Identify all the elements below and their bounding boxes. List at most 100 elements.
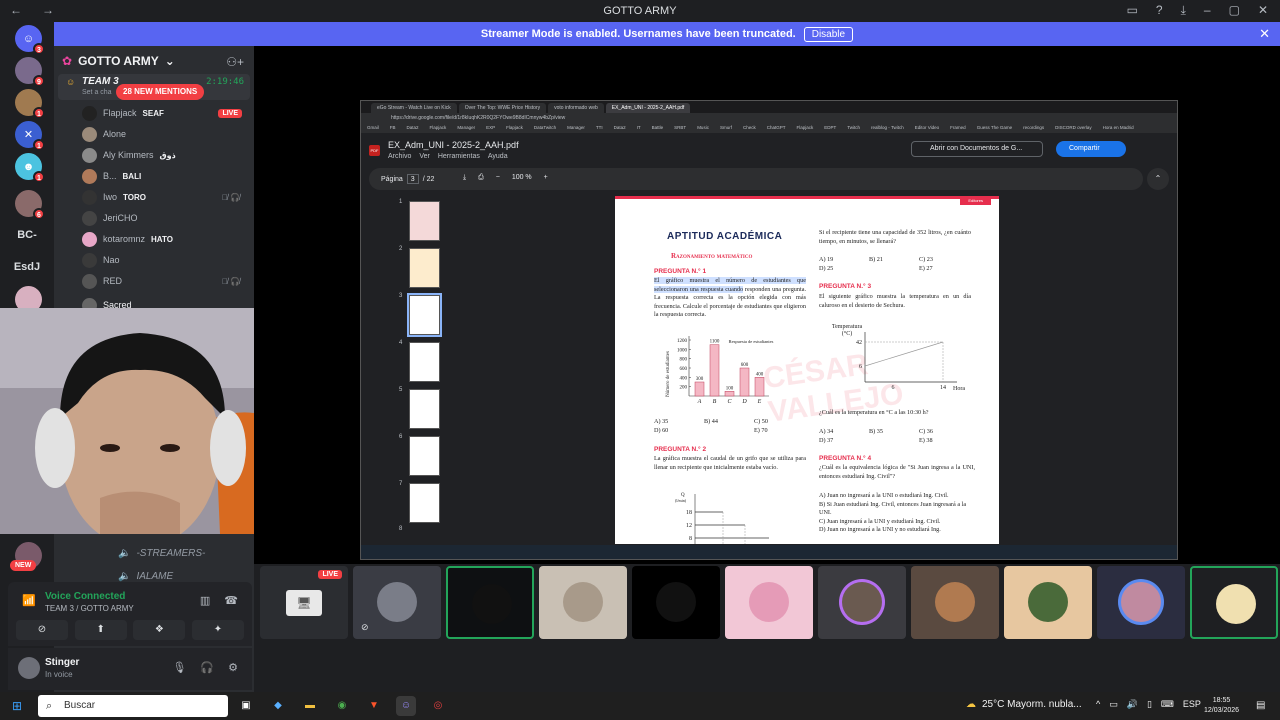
participant-tile-stream[interactable]: 🖥 LIVE (260, 566, 348, 639)
bookmark[interactable]: Manager (567, 123, 585, 133)
bookmark[interactable]: Twitch (847, 123, 860, 133)
participant-tile[interactable]: ⊘ (353, 566, 441, 639)
bookmark[interactable]: Gmail (367, 123, 379, 133)
page-thumbnail[interactable] (409, 436, 440, 476)
bookmark[interactable]: Flapjack (797, 123, 814, 133)
battery-icon[interactable]: ▯ (1147, 699, 1152, 710)
avatar[interactable] (18, 657, 40, 679)
participant-tile[interactable] (911, 566, 999, 639)
chevron-up-icon[interactable]: ⌃ (1147, 168, 1169, 190)
voice-channel-path[interactable]: TEAM 3 / GOTTO ARMY (45, 604, 134, 613)
bookmark[interactable]: Flapjack (506, 123, 523, 133)
bookmark[interactable]: Battle (652, 123, 664, 133)
menu-item[interactable]: Herramientas (438, 153, 480, 160)
print-icon[interactable]: ⎙ (478, 174, 484, 182)
bookmark[interactable]: Flapjack (430, 123, 447, 133)
share-button[interactable]: Compartir (1056, 141, 1126, 157)
server-icon[interactable]: ☻ 1 (15, 153, 45, 183)
bookmark[interactable]: EXP (486, 123, 495, 133)
server-icon[interactable]: 9 (15, 57, 45, 87)
voice-user[interactable]: Iwo TORO 🎙̸ 🎧̸ (82, 188, 250, 206)
bookmark[interactable]: IT (637, 123, 641, 133)
server-icon[interactable]: 6 (15, 190, 45, 220)
participant-tile[interactable] (1097, 566, 1185, 639)
soundboard-button[interactable]: ✦ (191, 620, 244, 640)
close-button[interactable]: ✕ (1258, 3, 1268, 18)
page-thumbnail[interactable] (409, 483, 440, 523)
soundboard-icon[interactable]: ▥ (200, 594, 210, 607)
volume-icon[interactable]: 🔊 (1127, 699, 1138, 710)
voice-user[interactable]: JeriCHO (82, 209, 250, 227)
brave-icon[interactable]: ▼ (364, 696, 384, 716)
browser-tab[interactable]: Over The Top: WWE Price History (458, 103, 547, 113)
voice-user[interactable]: RED 🎙̸ 🎧̸ (82, 272, 250, 290)
taskbar-search[interactable]: ⌕ Buscar (38, 695, 228, 717)
zoom-in-icon[interactable]: + (544, 174, 548, 182)
voice-user[interactable]: B... BALI (82, 167, 250, 185)
page-thumbnail[interactable] (409, 248, 440, 288)
bookmark[interactable]: Hora en Madrid (1103, 123, 1134, 133)
discord-taskbar-icon[interactable]: ☺ (396, 696, 416, 716)
bookmark[interactable]: FB (390, 123, 396, 133)
page-thumbnail[interactable] (409, 389, 440, 429)
browser-tab[interactable]: eGo Stream - Watch Live on Kick (371, 103, 457, 113)
keyboard-icon[interactable]: ⌨ (1161, 699, 1174, 710)
page-input[interactable]: 3 (406, 174, 419, 184)
discord-home-icon[interactable]: ☺ 3 (15, 25, 45, 55)
chrome-icon[interactable]: ◉ (332, 696, 352, 716)
file-explorer-icon[interactable]: ▬ (300, 696, 320, 716)
close-icon[interactable]: ✕ (1259, 26, 1270, 42)
bookmark[interactable]: Data2 (407, 123, 419, 133)
menu-item[interactable]: Ayuda (488, 153, 508, 160)
browser-tab[interactable]: EX_Adm_UNI - 2025-2_AAH.pdf (605, 103, 691, 113)
add-user-icon[interactable]: ⚇+ (226, 55, 244, 69)
bookmark[interactable]: Editor Video (915, 123, 939, 133)
menu-item[interactable]: Ver (419, 153, 430, 160)
windows-start-icon[interactable]: ⊞ (12, 699, 26, 713)
page-thumbnail[interactable] (409, 201, 440, 241)
participant-tile[interactable] (1004, 566, 1092, 639)
download-icon[interactable]: ⤓ (463, 174, 466, 182)
participant-tile[interactable] (1190, 566, 1278, 639)
bookmark[interactable]: Framed (950, 123, 966, 133)
gear-icon[interactable]: ⚙ (228, 661, 238, 674)
bookmark[interactable]: EDPT (824, 123, 836, 133)
menu-item[interactable]: Archivo (388, 153, 411, 160)
participant-tile[interactable] (818, 566, 906, 639)
bookmark[interactable]: Guess The Game (977, 123, 1012, 133)
microphone-icon[interactable]: 🎙 (172, 661, 186, 674)
user-name[interactable]: Stinger (45, 657, 79, 668)
obs-icon[interactable]: ◎ (428, 696, 448, 716)
page-thumbnail-selected[interactable] (407, 293, 442, 337)
task-view-icon[interactable]: ▣ (236, 696, 256, 716)
share-screen-button[interactable]: ⬆ (74, 620, 127, 640)
bookmark[interactable]: TTI (596, 123, 603, 133)
language-indicator[interactable]: ESP (1183, 699, 1201, 710)
bookmark[interactable]: Data2 (614, 123, 626, 133)
bookmark[interactable]: Music (697, 123, 709, 133)
voice-channel[interactable]: 🔈 IALAME (118, 571, 173, 582)
bookmark[interactable]: DISCORD overlay (1055, 123, 1092, 133)
maximize-button[interactable]: ▢ (1229, 3, 1240, 18)
signal-icon[interactable]: 📶 (22, 594, 36, 607)
disable-button[interactable]: Disable (803, 26, 854, 42)
participant-tile[interactable] (446, 566, 534, 639)
voice-user[interactable]: Aly Kimmers ذوق (82, 146, 250, 164)
voice-channel[interactable]: 🔈 -STREAMERS- (118, 548, 205, 559)
inbox-icon[interactable]: ▭ (1127, 3, 1138, 18)
new-mentions-badge[interactable]: 28 NEW MENTIONS (116, 84, 205, 100)
clock[interactable]: 18:55 12/03/2026 (1204, 696, 1239, 716)
minimize-button[interactable]: – (1204, 3, 1211, 18)
zoom-level[interactable]: 100 % (512, 174, 532, 182)
server-name-header[interactable]: ✿ GOTTO ARMY ⌄ (62, 54, 252, 68)
voice-user[interactable]: kotaromnz HATO (82, 230, 250, 248)
server-icon[interactable]: ✕ 1 (15, 121, 45, 151)
copilot-icon[interactable]: ◆ (268, 696, 288, 716)
voice-user[interactable]: Alone (82, 125, 250, 143)
bookmark[interactable]: realblog - Twitch (871, 123, 904, 133)
notification-icon[interactable]: ▤ (1256, 700, 1265, 711)
server-label[interactable]: EsdJ (0, 261, 54, 273)
new-badge[interactable]: NEW (10, 560, 37, 571)
bookmark[interactable]: Manager (457, 123, 475, 133)
chevron-up-icon[interactable]: ^ (1096, 699, 1100, 710)
